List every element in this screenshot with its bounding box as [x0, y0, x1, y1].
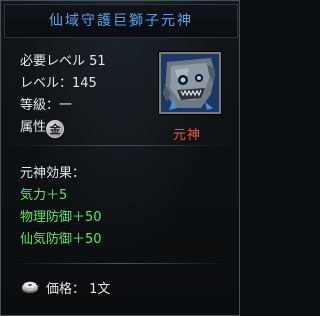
price-value: 1文 — [89, 282, 111, 297]
item-tooltip: 仙域守護巨獅子元神 必要レベル 51 レベル：145 等級：一 属性： 金 元神… — [0, 0, 240, 316]
required-level-row: 必要レベル 51 — [20, 54, 106, 70]
price-label: 価格： — [46, 282, 86, 297]
grade-label: 等級： — [20, 98, 60, 113]
level-label: レベル： — [20, 76, 73, 91]
grade-value: 一 — [59, 98, 73, 113]
divider — [11, 145, 229, 146]
required-level-label: 必要レベル — [20, 54, 86, 69]
coin-icon — [22, 281, 38, 293]
effect-item-immortal-defense: 仙気防御＋50 — [20, 232, 102, 247]
lion-spirit-portrait — [159, 52, 221, 114]
item-name: 仙域守護巨獅子元神 — [4, 4, 238, 38]
effect-item-physical-defense: 物理防御＋50 — [20, 210, 102, 225]
level-row: レベル：145 — [20, 76, 97, 92]
metal-element-icon: 金 — [46, 120, 64, 138]
effect-item-qi: 気力＋5 — [20, 188, 68, 203]
price-row: 価格： 1文 — [46, 278, 110, 297]
lion-spirit-portrait-image — [161, 54, 219, 112]
required-level-value: 51 — [89, 54, 106, 69]
effects-title: 元神効果： — [20, 166, 86, 181]
grade-row: 等級：一 — [20, 98, 72, 114]
item-type-label: 元神 — [173, 128, 202, 143]
level-value: 145 — [72, 76, 97, 91]
divider — [11, 263, 229, 264]
